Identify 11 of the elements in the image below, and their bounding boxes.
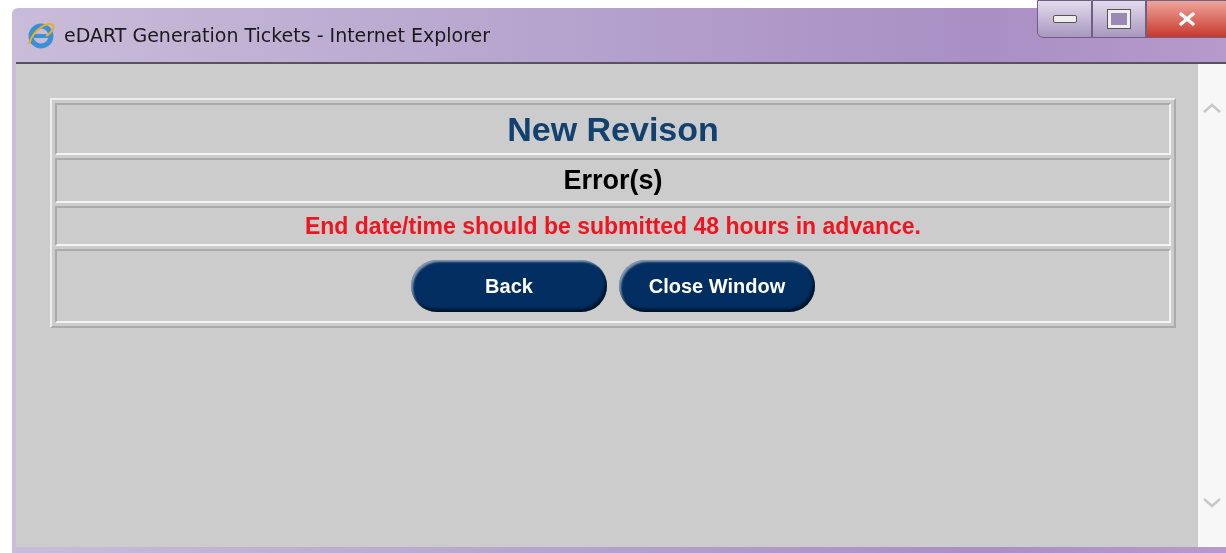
window-title: eDART Generation Tickets - Internet Explorer	[64, 24, 491, 46]
back-button[interactable]: Back	[411, 260, 607, 312]
close-icon	[1177, 12, 1196, 26]
close-button[interactable]	[1146, 0, 1226, 38]
page-heading: New Revison	[507, 109, 719, 149]
browser-logo-icon	[26, 20, 56, 50]
close-window-button[interactable]: Close Window	[619, 260, 815, 312]
error-message: End date/time should be submitted 48 hours in advance.	[305, 212, 921, 240]
maximize-button[interactable]	[1092, 0, 1146, 38]
minimize-button[interactable]	[1037, 0, 1092, 38]
section-heading: Error(s)	[563, 165, 663, 196]
